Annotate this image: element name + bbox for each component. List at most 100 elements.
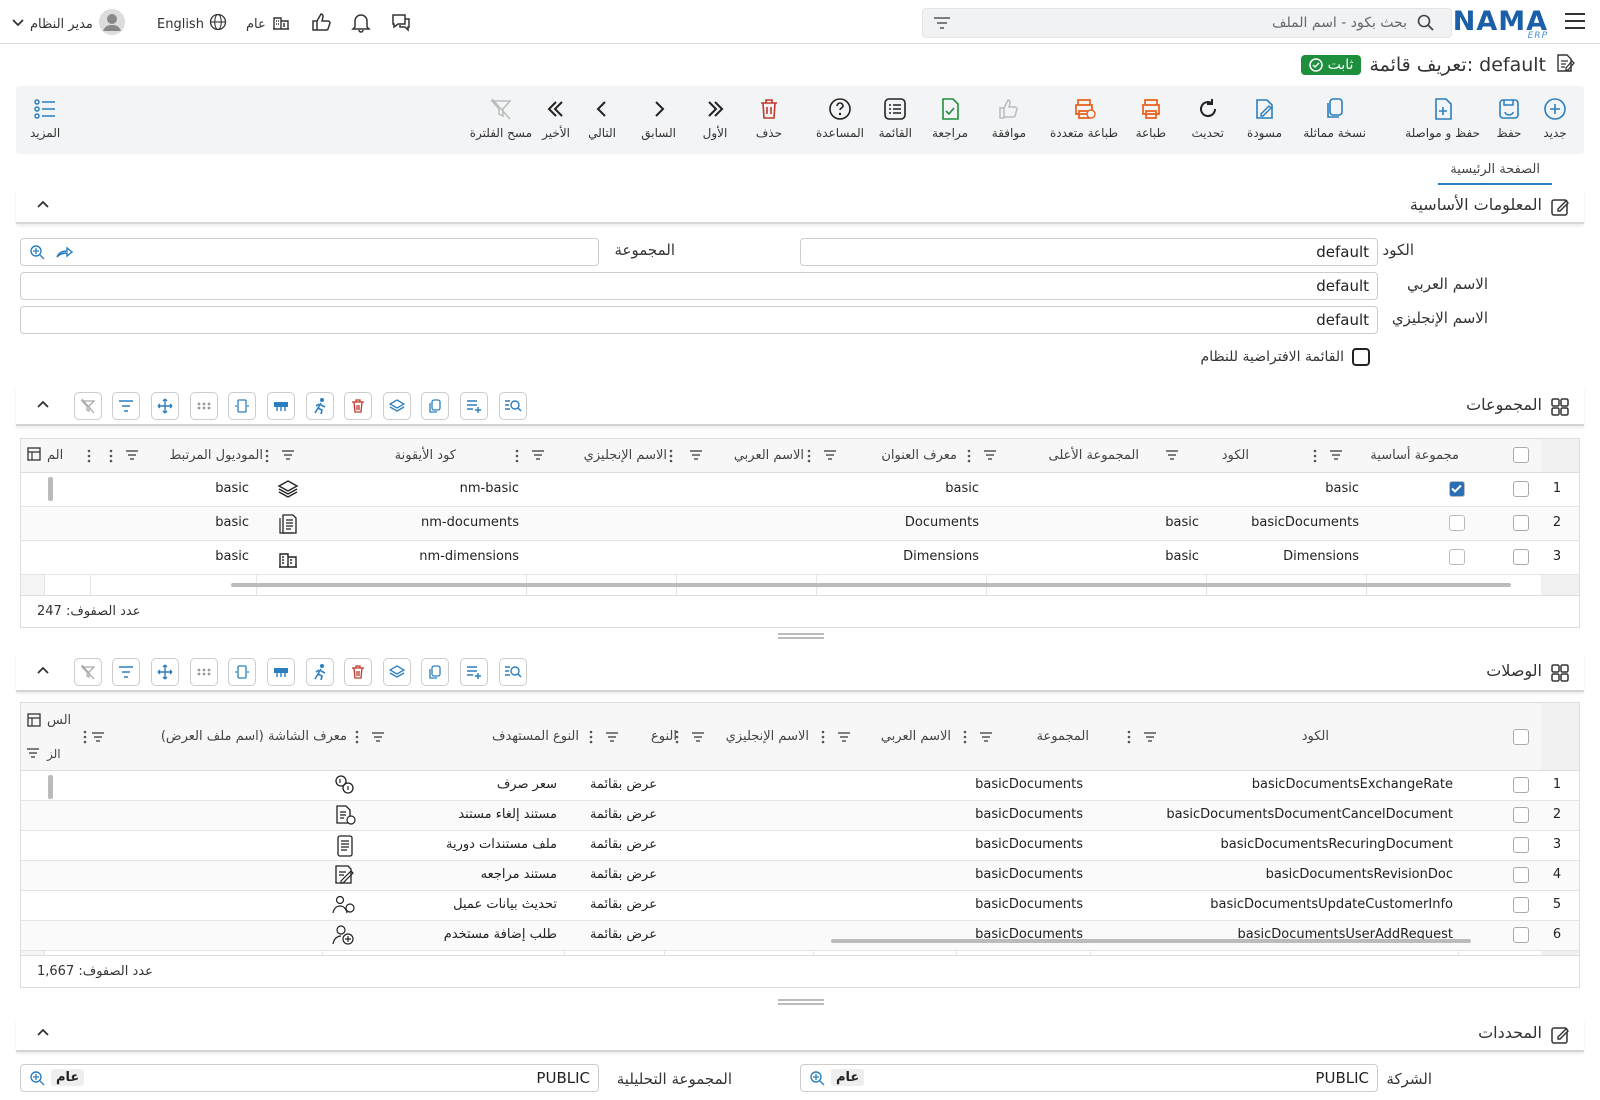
next-button[interactable]: التالي [588,96,616,140]
row-checkbox[interactable] [1513,481,1529,497]
selectors-header[interactable]: المحددات [16,1016,1584,1052]
english-name-field[interactable] [20,306,1378,334]
move-icon[interactable] [151,392,179,420]
clear-filter-icon[interactable] [74,392,102,420]
move-icon[interactable] [151,658,179,686]
scope-selector[interactable]: عام [246,13,290,35]
refresh-button[interactable]: تحديث [1191,96,1224,140]
column-filter-icon[interactable] [531,449,545,465]
user-menu[interactable]: مدير النظام [12,9,125,39]
search-plus-icon[interactable] [29,244,47,264]
tab-main[interactable]: الصفحة الرئيسية [1438,160,1552,185]
column-filter-icon[interactable] [979,731,993,747]
row-checkbox[interactable] [1513,867,1529,883]
run-icon[interactable] [306,392,334,420]
chevron-up-icon[interactable] [36,198,50,214]
row-checkbox[interactable] [1513,837,1529,853]
column-menu-icon[interactable] [1313,449,1317,467]
col-type[interactable]: النوع [651,729,677,744]
code-field[interactable] [800,238,1378,266]
dots-grid-icon[interactable] [190,658,218,686]
help-button[interactable]: المساعدة [816,96,864,140]
column-menu-icon[interactable] [355,730,359,748]
resize-handle[interactable] [778,999,824,1005]
column-filter-icon[interactable] [371,731,385,747]
search-list-icon[interactable] [499,658,527,686]
column-filter-icon[interactable] [1143,731,1157,747]
search-list-icon[interactable] [499,392,527,420]
select-all-checkbox[interactable] [1513,729,1529,745]
column-filter-icon[interactable] [1329,449,1343,465]
col-related-module[interactable]: الموديول المرتبط [169,448,263,463]
column-filter-icon[interactable] [691,731,705,747]
main-group-checkbox[interactable] [1449,481,1465,497]
basic-info-header[interactable]: المعلومات الأساسية [16,188,1584,224]
column-menu-icon[interactable] [83,730,87,748]
last-button[interactable]: الأخير [542,96,570,140]
column-menu-icon[interactable] [87,449,91,467]
default-list-checkbox[interactable] [1352,348,1370,366]
first-button[interactable]: الأول [702,96,728,140]
copy-icon[interactable] [421,392,449,420]
column-filter-icon[interactable] [689,449,703,465]
col-main-group[interactable]: مجموعة أساسية [1370,448,1459,463]
draft-button[interactable]: مسودة [1247,96,1282,140]
column-menu-icon[interactable] [515,449,519,467]
table-row[interactable]: 6 basicDocumentsUserAddRequest basicDocume… [21,921,1579,951]
col-code[interactable]: الكود [1222,448,1249,463]
column-filter-icon[interactable] [605,731,619,747]
row-checkbox[interactable] [1513,549,1529,565]
col-target-type[interactable]: النوع المستهدف [492,729,579,744]
column-menu-icon[interactable] [1127,730,1131,748]
list-button[interactable]: القائمة [879,96,912,140]
column-menu-icon[interactable] [265,449,269,467]
main-group-checkbox[interactable] [1449,515,1465,531]
vertical-scrollbar[interactable] [48,477,53,501]
multi-print-button[interactable]: طباعة متعددة [1050,96,1118,140]
col-english-name[interactable]: الاسم الإنجليزي [584,448,667,463]
column-menu-icon[interactable] [669,449,673,467]
row-checkbox[interactable] [1513,807,1529,823]
col-arabic-name[interactable]: الاسم العربي [734,448,804,463]
row-checkbox[interactable] [1513,777,1529,793]
col-title-id[interactable]: معرف العنوان [881,448,957,463]
review-button[interactable]: مراجعة [932,96,968,140]
col-group[interactable]: المجموعة [1037,729,1089,744]
default-list-checkbox-row[interactable]: القائمة الافتراضية للنظام [1201,348,1370,366]
chevron-up-icon[interactable] [36,1026,50,1042]
row-checkbox[interactable] [1513,927,1529,943]
col-code[interactable]: الكود [1302,729,1329,744]
column-filter-icon[interactable] [281,449,295,465]
table-row[interactable]: 2 basicDocumentsDocumentCancelDocument bas… [21,801,1579,831]
filter-icon[interactable] [933,15,951,35]
column-menu-icon[interactable] [109,449,113,467]
trash-icon[interactable] [344,392,372,420]
filter-icon[interactable] [26,747,40,763]
chevron-up-icon[interactable] [36,664,50,680]
columns-icon[interactable] [27,713,41,731]
add-row-icon[interactable] [460,658,488,686]
search-plus-icon[interactable] [29,1070,47,1090]
column-filter-icon[interactable] [983,449,997,465]
chat-icon[interactable] [390,11,412,33]
chevron-up-icon[interactable] [36,398,50,414]
col-screen-id[interactable]: معرف الشاشة (اسم ملف العرض) [161,729,347,744]
vertical-scrollbar[interactable] [48,775,53,799]
table-row[interactable]: 5 basicDocumentsUpdateCustomerInfo basicDo… [21,891,1579,921]
group-field[interactable] [20,238,599,266]
table-row[interactable]: 4 basicDocumentsRevisionDoc basicDocuments… [21,861,1579,891]
links-header[interactable]: الوصلات [16,652,1584,692]
table-row[interactable]: 3 basicDocumentsRecuringDocument basicDocu… [21,831,1579,861]
select-all-checkbox[interactable] [1513,447,1529,463]
column-menu-icon[interactable] [675,730,679,748]
company-field[interactable]: PUBLIC عام [800,1064,1378,1092]
table-row[interactable]: 1 basic basic nm-basic basic [21,473,1579,507]
col-parent-group[interactable]: المجموعة الأعلى [1049,448,1140,463]
menu-icon[interactable] [1564,12,1586,30]
horizontal-scrollbar[interactable] [831,939,1471,943]
filter-icon[interactable] [112,392,140,420]
approve-button[interactable]: موافقة [992,96,1026,140]
new-button[interactable]: جديد [1542,96,1568,140]
column-filter-icon[interactable] [837,731,851,747]
arabic-name-field[interactable] [20,272,1378,300]
